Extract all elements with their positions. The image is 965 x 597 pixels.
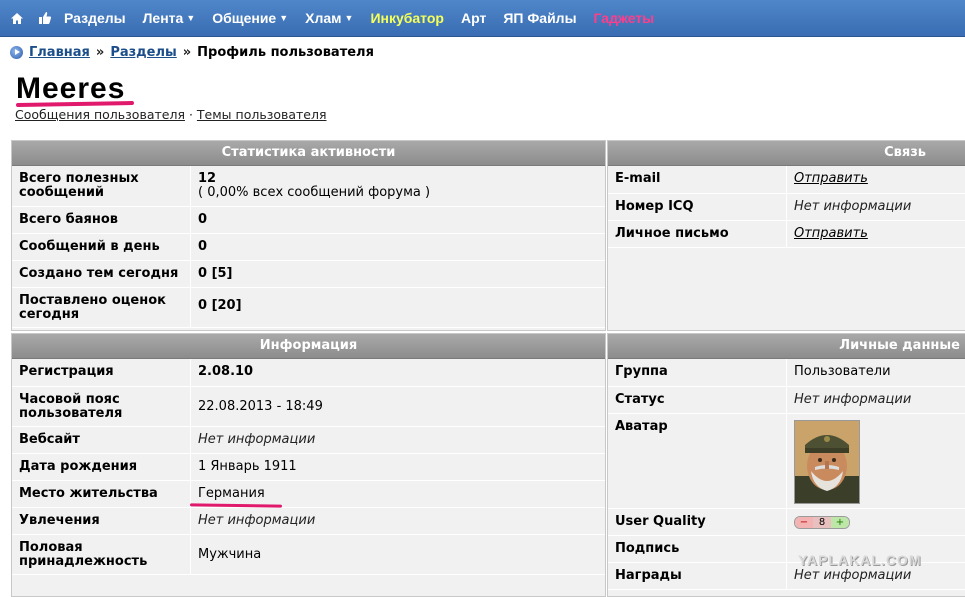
table-row: Дата рождения 1 Январь 1911 xyxy=(12,453,605,480)
watermark: YAPLAKAL.COM xyxy=(798,552,922,568)
minus-icon[interactable]: − xyxy=(795,517,813,528)
row-value: Нет информации xyxy=(787,193,965,220)
table-row: Всего полезных сообщений 12( 0,00% всех … xyxy=(12,166,605,206)
row-value: 0 xyxy=(191,233,606,260)
contact-panel-title: Связь xyxy=(608,141,965,166)
row-value: − 8 + xyxy=(787,508,965,535)
avatar xyxy=(794,420,860,504)
table-row: Сообщений в день 0 xyxy=(12,233,605,260)
row-value: 0 xyxy=(191,206,606,233)
user-topics-link[interactable]: Темы пользователя xyxy=(197,107,327,122)
row-value: Нет информации xyxy=(191,426,606,453)
row-value: 1 Январь 1911 xyxy=(191,453,606,480)
breadcrumb-separator: » xyxy=(96,45,104,60)
table-row: Группа Пользователи xyxy=(608,359,965,386)
row-value: Мужчина xyxy=(191,534,606,574)
user-quality-widget: − 8 + xyxy=(794,516,850,529)
row-value xyxy=(787,413,965,508)
nav-files[interactable]: ЯП Файлы xyxy=(503,10,576,26)
row-value: 0 [20] xyxy=(191,287,606,327)
row-label: User Quality xyxy=(608,508,787,535)
plus-icon[interactable]: + xyxy=(831,517,849,528)
row-subvalue: ( 0,00% всех сообщений форума ) xyxy=(198,185,430,200)
row-label: Регистрация xyxy=(12,359,191,386)
row-label: Всего полезных сообщений xyxy=(12,166,191,206)
row-label: Аватар xyxy=(608,413,787,508)
arrow-right-icon xyxy=(10,46,23,59)
like-icon[interactable] xyxy=(36,9,54,27)
user-posts-link[interactable]: Сообщения пользователя xyxy=(15,107,185,122)
table-row: User Quality − 8 + xyxy=(608,508,965,535)
row-label: Увлечения xyxy=(12,507,191,534)
nav-sections[interactable]: Разделы xyxy=(64,10,126,26)
row-label: Подпись xyxy=(608,535,787,562)
row-value: Нет информации xyxy=(191,507,606,534)
breadcrumb-separator: » xyxy=(183,45,191,60)
nav-gadgets[interactable]: Гаджеты xyxy=(594,10,655,26)
info-panel: Информация Регистрация 2.08.10 Часовой п… xyxy=(11,333,606,597)
table-row: Регистрация 2.08.10 xyxy=(12,359,605,386)
row-value: 2.08.10 xyxy=(191,359,606,386)
send-message-link[interactable]: Отправить xyxy=(787,220,965,247)
stats-panel: Статистика активности Всего полезных соо… xyxy=(11,140,606,331)
table-row: Половая принадлежность Мужчина xyxy=(12,534,605,574)
breadcrumb-current: Профиль пользователя xyxy=(197,45,374,60)
row-label: Часовой пояс пользователя xyxy=(12,386,191,426)
row-label: Группа xyxy=(608,359,787,386)
row-label: Половая принадлежность xyxy=(12,534,191,574)
table-row: E-mail Отправить xyxy=(608,166,965,193)
table-row: Номер ICQ Нет информации xyxy=(608,193,965,220)
nav-communication[interactable]: Общение▼ xyxy=(212,10,288,26)
row-value: Нет информации xyxy=(787,386,965,413)
chevron-down-icon: ▼ xyxy=(345,13,354,23)
nav-feed[interactable]: Лента▼ xyxy=(143,10,196,26)
row-value: Германия xyxy=(191,480,606,507)
row-value: 22.08.2013 - 18:49 xyxy=(191,386,606,426)
row-label: Создано тем сегодня xyxy=(12,260,191,287)
row-label: E-mail xyxy=(608,166,787,193)
stats-panel-title: Статистика активности xyxy=(12,141,605,166)
top-navigation: Разделы Лента▼ Общение▼ Хлам▼ Инкубатор … xyxy=(0,0,965,37)
row-label: Место жительства xyxy=(12,480,191,507)
contact-panel: Связь E-mail Отправить Номер ICQ Нет инф… xyxy=(607,140,965,331)
personal-panel-title: Личные данные xyxy=(608,334,965,359)
table-row: Аватар xyxy=(608,413,965,508)
chevron-down-icon: ▼ xyxy=(279,13,288,23)
link-separator: · xyxy=(189,107,193,122)
breadcrumb: Главная » Разделы » Профиль пользователя xyxy=(10,45,374,60)
home-icon[interactable] xyxy=(8,9,26,27)
nav-incubator[interactable]: Инкубатор xyxy=(370,10,444,26)
table-row: Увлечения Нет информации xyxy=(12,507,605,534)
row-value: Пользователи xyxy=(787,359,965,386)
table-row: Статус Нет информации xyxy=(608,386,965,413)
user-quality-value: 8 xyxy=(813,517,831,528)
breadcrumb-sections[interactable]: Разделы xyxy=(110,45,176,60)
table-row: Место жительства Германия xyxy=(12,480,605,507)
table-row: Личное письмо Отправить xyxy=(608,220,965,247)
row-label: Поставлено оценок сегодня xyxy=(12,287,191,327)
row-label: Награды xyxy=(608,562,787,589)
table-row: Создано тем сегодня 0 [5] xyxy=(12,260,605,287)
row-label: Дата рождения xyxy=(12,453,191,480)
row-label: Всего баянов xyxy=(12,206,191,233)
table-row: Всего баянов 0 xyxy=(12,206,605,233)
row-label: Сообщений в день xyxy=(12,233,191,260)
table-row: Вебсайт Нет информации xyxy=(12,426,605,453)
profile-links: Сообщения пользователя · Темы пользовате… xyxy=(15,107,327,122)
row-label: Номер ICQ xyxy=(608,193,787,220)
row-label: Статус xyxy=(608,386,787,413)
table-row: Поставлено оценок сегодня 0 [20] xyxy=(12,287,605,327)
chevron-down-icon: ▼ xyxy=(186,13,195,23)
row-label: Вебсайт xyxy=(12,426,191,453)
nav-art[interactable]: Арт xyxy=(461,10,486,26)
row-value: 12( 0,00% всех сообщений форума ) xyxy=(191,166,606,206)
nav-junk[interactable]: Хлам▼ xyxy=(305,10,353,26)
send-email-link[interactable]: Отправить xyxy=(787,166,965,193)
breadcrumb-home[interactable]: Главная xyxy=(29,45,90,60)
row-label: Личное письмо xyxy=(608,220,787,247)
row-value: 0 [5] xyxy=(191,260,606,287)
info-panel-title: Информация xyxy=(12,334,605,359)
table-row: Часовой пояс пользователя 22.08.2013 - 1… xyxy=(12,386,605,426)
